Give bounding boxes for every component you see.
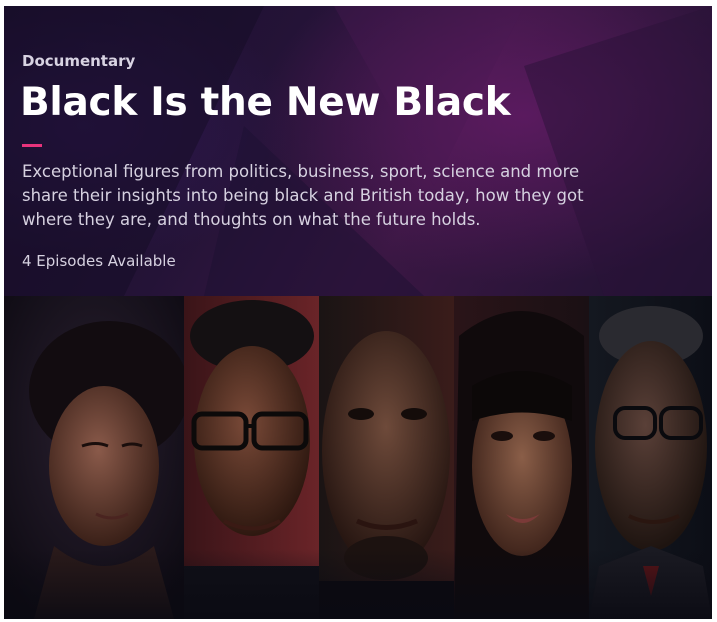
portrait-strip: [4, 296, 712, 619]
portrait-image: [589, 296, 712, 619]
portrait-image: [184, 296, 319, 619]
portrait-image: [454, 296, 589, 619]
portrait-image: [319, 296, 454, 619]
genre-label: Documentary: [22, 52, 136, 70]
programme-hero: Documentary Black Is the New Black Excep…: [4, 6, 712, 296]
programme-description: Exceptional figures from politics, busin…: [22, 162, 584, 229]
programme-page: Documentary Black Is the New Black Excep…: [4, 6, 712, 619]
accent-rule: [22, 144, 42, 147]
programme-title: Black Is the New Black: [20, 80, 511, 125]
portrait-image: [4, 296, 184, 619]
episodes-available[interactable]: 4 Episodes Available: [22, 252, 176, 270]
